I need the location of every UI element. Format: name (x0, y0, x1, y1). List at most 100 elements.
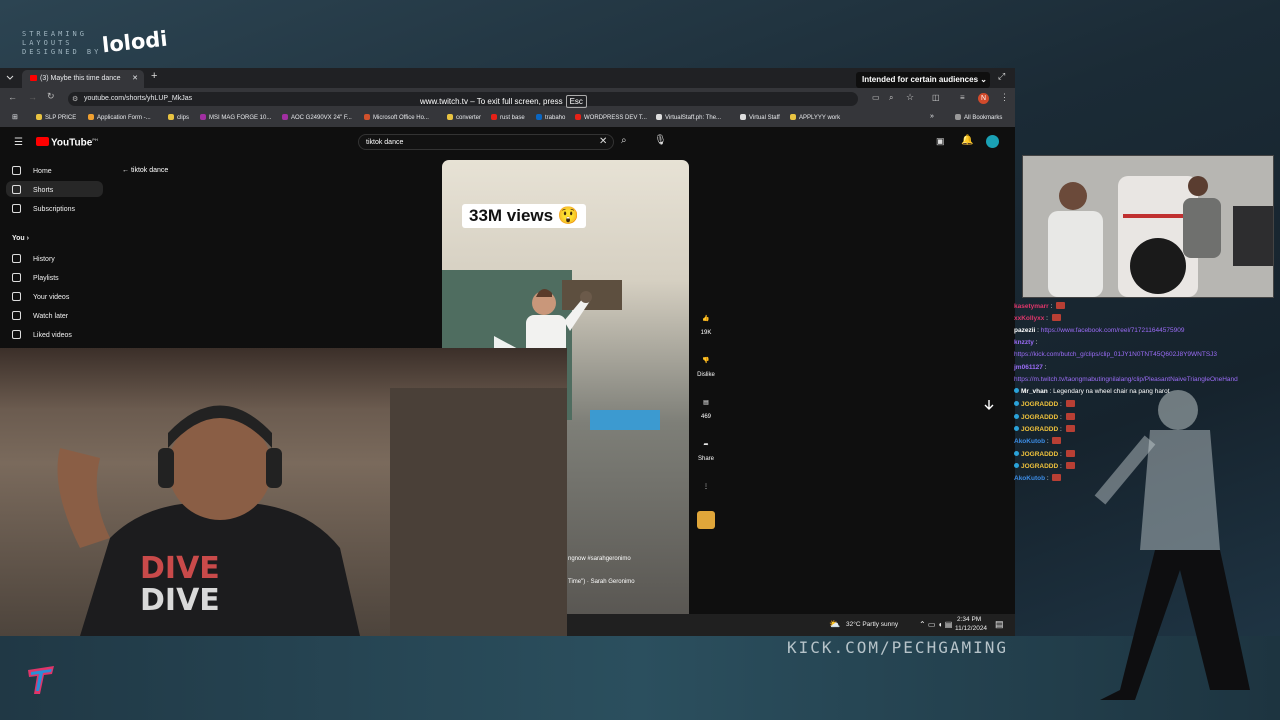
chat-username[interactable]: pazezii (1014, 327, 1035, 334)
bookmark-item[interactable]: SLP PRICE (36, 114, 76, 121)
clear-search-icon[interactable]: ✕ (599, 136, 607, 147)
account-avatar[interactable] (986, 135, 999, 148)
create-video-icon[interactable]: ▣ (936, 136, 945, 147)
sidebar-item-you[interactable]: You › (12, 235, 29, 242)
sound-thumbnail[interactable] (690, 511, 722, 529)
bookmark-item[interactable]: AOC G2490VX 24" F... (282, 114, 352, 121)
chat-username[interactable]: knzzty (1014, 339, 1034, 346)
back-arrow-icon: ← (122, 167, 129, 174)
sidebar-item-label: Your videos (33, 294, 70, 301)
notification-center-icon[interactable]: ▤ (995, 619, 1004, 630)
search-icon[interactable]: ⌕ (621, 135, 627, 146)
comments-button[interactable]: ▤ 469 (690, 399, 722, 420)
chat-username[interactable]: AkoKutob (1014, 475, 1045, 482)
youtube-logo-text: YouTube (51, 137, 93, 149)
sidebar-item-home[interactable]: Home (12, 166, 52, 175)
chat-emote-icon (1065, 400, 1075, 408)
more-bookmarks-icon[interactable]: » (930, 113, 934, 120)
sidebar-item-watch-later[interactable]: Watch later (12, 311, 68, 320)
clock-time[interactable]: 2:34 PM (957, 616, 981, 623)
extensions-icon[interactable]: ◫ (932, 93, 940, 102)
like-count: 19K (700, 330, 712, 336)
browser-menu-icon[interactable]: ⋮ (1000, 92, 1009, 103)
sidebar-item-label: Home (33, 168, 52, 175)
sidebar-item-shorts[interactable]: Shorts (12, 185, 53, 194)
chat-username[interactable]: AkoKutob (1014, 438, 1045, 445)
chat-link[interactable]: https://m.twitch.tv/taongmabutingnilalan… (1014, 376, 1238, 383)
bookmark-item[interactable]: converter (447, 114, 481, 121)
sidebar-item-subscriptions[interactable]: Subscriptions (12, 204, 75, 213)
short-caption-song[interactable]: Time") · Sarah Geronimo (568, 579, 635, 585)
bookmark-item[interactable]: VirtualStaff.ph: The... (656, 114, 721, 121)
more-options-button[interactable]: ⋮ (690, 483, 722, 498)
bookmark-item[interactable]: trabaho (536, 114, 565, 121)
chat-badge-icon (1014, 426, 1019, 431)
like-button[interactable]: 👍 19K (690, 315, 722, 336)
chat-message: JOGRADDD : (1014, 412, 1280, 421)
chat-badge-icon (1014, 462, 1019, 468)
chat-link[interactable]: https://www.facebook.com/reel/7172116445… (1041, 327, 1185, 334)
chat-message: https://kick.com/butch_g/clips/clip_01JY… (1014, 351, 1280, 358)
next-video-arrow-icon[interactable] (982, 398, 996, 412)
back-to-search[interactable]: ← tiktok dance (122, 167, 168, 174)
chat-separator: : (1058, 426, 1064, 433)
sidebar-item-liked-videos[interactable]: Liked videos (12, 330, 72, 339)
forward-arrow-icon[interactable]: → (28, 92, 37, 102)
back-arrow-icon[interactable]: ← (8, 92, 17, 102)
bookmark-star-icon[interactable]: ☆ (906, 92, 914, 103)
audience-warning-badge[interactable]: Intended for certain audiences ⌄ (856, 72, 990, 88)
chat-username[interactable]: xxKollyxx (1014, 315, 1044, 322)
chat-separator: : (1058, 413, 1064, 421)
share-button[interactable]: ➦ Share (690, 441, 722, 462)
chat-link[interactable]: https://kick.com/butch_g/clips/clip_01JY… (1014, 351, 1217, 358)
bookmark-item[interactable]: Application Form -... (88, 114, 151, 121)
clock-date[interactable]: 11/12/2024 (955, 625, 987, 632)
tab-list-chevron-icon[interactable] (6, 74, 14, 82)
chat-username[interactable]: kasetymarr (1014, 303, 1049, 310)
bookmark-item[interactable]: WORDPRESS DEV T... (575, 114, 647, 121)
profile-avatar[interactable]: N (978, 93, 989, 104)
menu-hamburger-icon[interactable]: ☰ (14, 137, 23, 148)
chat-username[interactable]: Mr_vhan (1021, 388, 1048, 395)
apps-grid-icon[interactable]: ⊞ (12, 113, 18, 121)
bookmark-item[interactable]: clips (168, 114, 189, 121)
chat-username[interactable]: JOGRADDD (1021, 426, 1058, 433)
bookmarks-bar: ⊞ SLP PRICE Application Form -... clips MSI… (0, 109, 1015, 127)
chat-username[interactable]: JOGRADDD (1021, 451, 1058, 458)
comment-count: 469 (700, 414, 711, 420)
site-info-icon[interactable]: ⚙ (72, 95, 78, 103)
all-bookmarks-folder[interactable]: All Bookmarks (955, 114, 1002, 121)
astonished-emoji-icon: 😲 (557, 206, 580, 225)
chat-text: Legendary na wheel chair na pang harot (1053, 388, 1170, 396)
dislike-button[interactable]: 👎 Dislike (690, 357, 722, 378)
zoom-icon[interactable]: ⌕ (889, 93, 893, 103)
sidebar-item-playlists[interactable]: Playlists (12, 273, 59, 282)
sound-thumbnail-icon (697, 511, 715, 529)
media-control-icon[interactable]: ≡ (960, 93, 965, 102)
bookmark-item[interactable]: rust base (491, 114, 525, 121)
reload-icon[interactable]: ↻ (47, 91, 55, 102)
weather-text[interactable]: 32°C Partly sunny (846, 621, 898, 628)
youtube-logo[interactable]: YouTubePH (36, 137, 98, 148)
tab-close-icon[interactable]: ✕ (132, 70, 138, 88)
youtube-search-input[interactable]: tiktok dance (358, 134, 614, 150)
bookmark-item[interactable]: MSI MAG FORGE 10... (200, 114, 271, 121)
bookmark-item[interactable]: Virtual Staff (740, 114, 780, 121)
sidebar-item-label: History (33, 256, 55, 263)
exit-fullscreen-icon[interactable]: ⤢ (998, 71, 1005, 82)
cast-icon[interactable]: ▭ (872, 93, 880, 102)
tab-title: (3) Maybe this time dance (40, 75, 121, 82)
sidebar-item-your-videos[interactable]: Your videos (12, 292, 69, 301)
system-tray-icons[interactable]: ⌃ ▭ ◖ ▤ (919, 620, 952, 629)
new-tab-icon[interactable]: + (151, 70, 157, 82)
bookmark-item[interactable]: APPLYYY work (790, 114, 840, 121)
bookmark-item[interactable]: Microsoft Office Ho... (364, 114, 429, 121)
chat-username[interactable]: JOGRADDD (1021, 463, 1058, 470)
sidebar-item-history[interactable]: History (12, 254, 55, 263)
voice-search-icon[interactable]: 🎙 (654, 135, 667, 146)
browser-tab-active[interactable]: (3) Maybe this time dance ✕ (22, 70, 144, 88)
chat-username[interactable]: JOGRADDD (1021, 401, 1058, 408)
notifications-bell-icon[interactable]: 🔔 (961, 135, 973, 146)
chat-username[interactable]: jm061127 (1014, 364, 1043, 371)
chat-username[interactable]: JOGRADDD (1021, 414, 1058, 421)
